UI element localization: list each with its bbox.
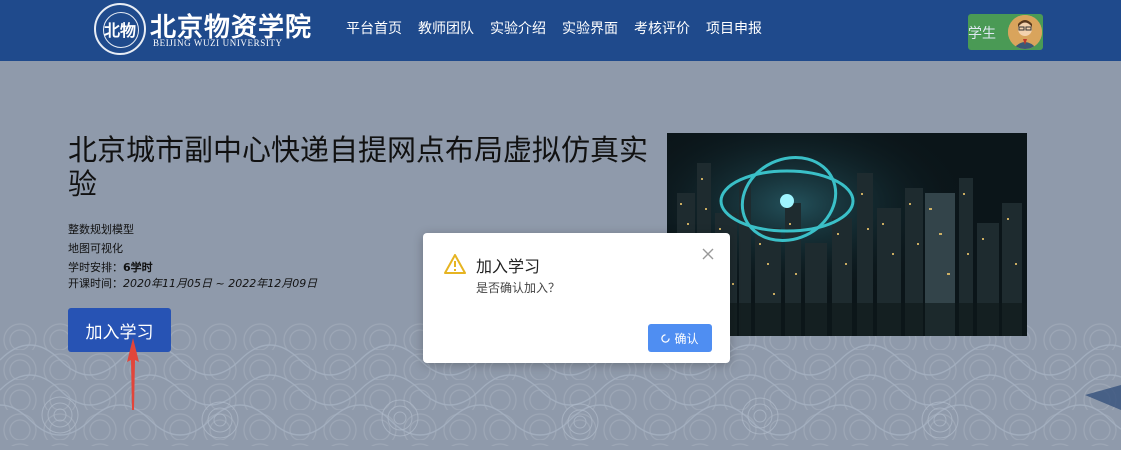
university-name-en: BEIJING WUZI UNIVERSITY [153, 38, 283, 48]
confirm-button[interactable]: 确认 [648, 324, 712, 352]
confirm-button-label: 确认 [674, 331, 699, 346]
loading-spinner-icon [661, 333, 671, 343]
top-header: 北物 北京物资学院 BEIJING WUZI UNIVERSITY 平台首页 教… [0, 0, 1121, 61]
warning-icon [444, 254, 466, 274]
nav-home[interactable]: 平台首页 [346, 18, 402, 38]
hours-value: 6学时 [123, 261, 153, 274]
dialog-message: 是否确认加入？ [476, 281, 561, 295]
main-nav: 平台首页 教师团队 实验介绍 实验界面 考核评价 项目申报 [346, 18, 778, 38]
course-tag-model: 整数规划模型 [68, 223, 134, 236]
course-title: 北京城市副中心快递自提网点布局虚拟仿真实验 [68, 133, 649, 201]
nav-teacher-team[interactable]: 教师团队 [418, 18, 474, 38]
time-value: 2020年11月05日 ~ 2022年12月09日 [123, 277, 318, 290]
nav-project-application[interactable]: 项目申报 [706, 18, 762, 38]
course-time: 开课时间：2020年11月05日 ~ 2022年12月09日 [68, 275, 317, 291]
dialog-title: 加入学习 [476, 257, 541, 276]
nav-assessment[interactable]: 考核评价 [634, 18, 690, 38]
close-icon[interactable] [701, 247, 715, 261]
university-seal-logo: 北物 [94, 3, 146, 55]
time-label: 开课时间： [68, 277, 123, 290]
course-hours: 学时安排：6学时 [68, 259, 153, 275]
hours-label: 学时安排： [68, 261, 123, 274]
confirm-join-dialog: 加入学习 是否确认加入？ 确认 [423, 233, 730, 363]
join-study-button[interactable]: 加入学习 [68, 308, 171, 352]
user-role-label: 学生 [968, 26, 996, 42]
nav-experiment-interface[interactable]: 实验界面 [562, 18, 618, 38]
seal-mark: 北物 [103, 21, 136, 40]
avatar[interactable] [1008, 15, 1042, 49]
course-tag-map: 地图可视化 [68, 242, 123, 255]
nav-experiment-intro[interactable]: 实验介绍 [490, 18, 546, 38]
red-arrow-annotation [127, 338, 139, 410]
user-menu[interactable]: 学生 [968, 14, 1043, 50]
